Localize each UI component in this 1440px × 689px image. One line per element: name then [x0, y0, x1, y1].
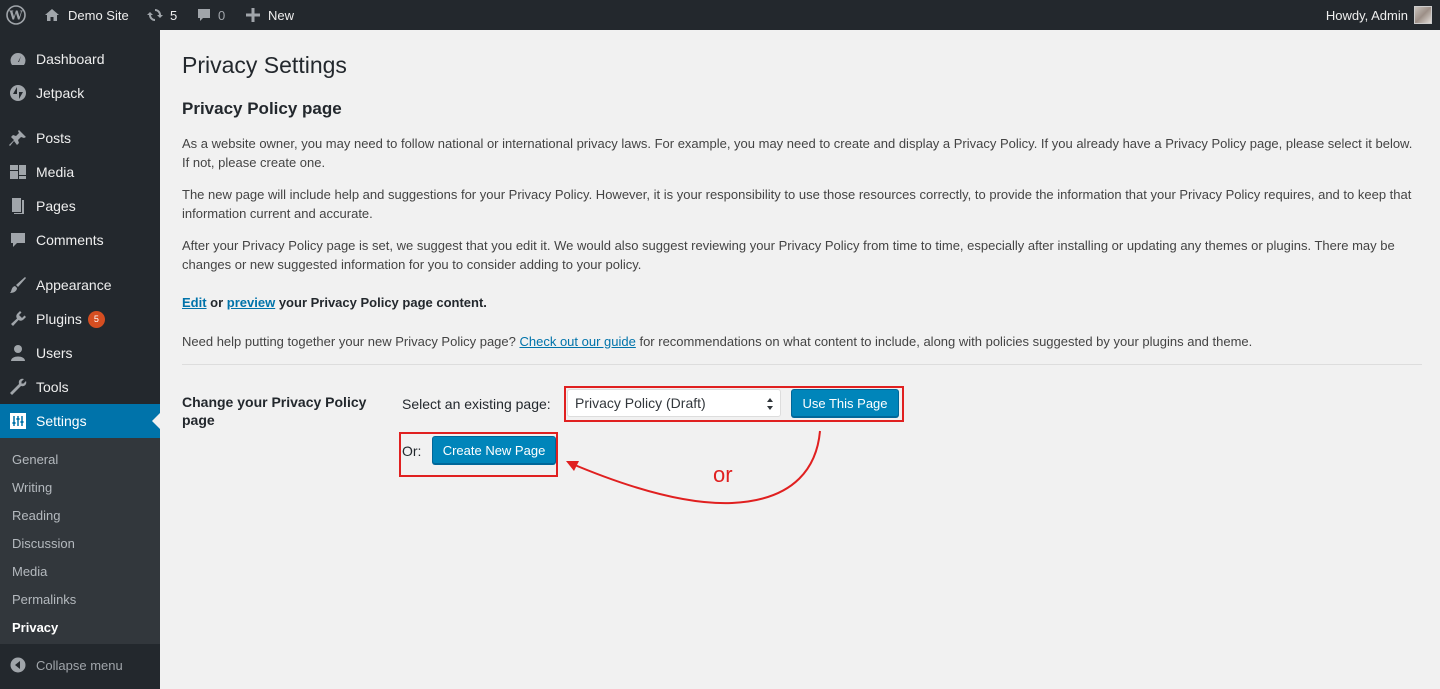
sidebar-item-jetpack[interactable]: Jetpack: [0, 76, 160, 110]
admin-bar: W Demo Site 5 0 New Howdy, Admin: [0, 0, 1440, 30]
dashboard-icon: [0, 50, 36, 68]
new-label: New: [268, 7, 295, 23]
updates-icon: [147, 9, 163, 21]
preview-link[interactable]: preview: [227, 295, 275, 310]
submenu-privacy[interactable]: Privacy: [12, 620, 58, 635]
plus-icon: [246, 8, 260, 22]
media-icon: [0, 163, 36, 181]
sidebar-item-label: Tools: [36, 379, 69, 395]
sidebar-item-plugins[interactable]: Plugins 5: [0, 302, 160, 336]
submenu-reading[interactable]: Reading: [12, 508, 60, 523]
annotation-arrow: [566, 430, 821, 505]
sidebar-item-label: Plugins: [36, 311, 82, 327]
sidebar-item-pages[interactable]: Pages: [0, 189, 160, 223]
settings-icon: [0, 412, 36, 430]
site-name-link[interactable]: Demo Site: [68, 0, 129, 30]
pages-icon: [0, 197, 36, 215]
collapse-label: Collapse menu: [36, 657, 123, 673]
avatar: [1414, 6, 1432, 24]
submenu-general[interactable]: General: [12, 452, 58, 467]
sidebar-item-users[interactable]: Users: [0, 336, 160, 370]
sidebar-item-label: Posts: [36, 130, 72, 146]
plugin-icon: [0, 310, 36, 328]
comments-link[interactable]: 0: [196, 0, 225, 30]
users-icon: [0, 344, 36, 362]
sidebar-item-posts[interactable]: Posts: [0, 121, 160, 155]
sidebar-item-label: Settings: [36, 413, 87, 429]
guide-link[interactable]: Check out our guide: [519, 334, 635, 349]
admin-sidebar: Dashboard Jetpack Posts Media Pages Comm…: [0, 30, 160, 689]
settings-submenu: General Writing Reading Discussion Media…: [0, 438, 160, 644]
submenu-writing[interactable]: Writing: [12, 480, 52, 495]
sidebar-item-label: Appearance: [36, 277, 112, 293]
collapse-arrow-icon: [0, 657, 36, 673]
sidebar-item-label: Media: [36, 164, 75, 180]
sidebar-item-comments[interactable]: Comments: [0, 223, 160, 257]
comments-count: 0: [218, 7, 226, 23]
sidebar-item-tools[interactable]: Tools: [0, 370, 160, 404]
paintbrush-icon: [0, 276, 36, 294]
or-text: or: [206, 295, 227, 310]
sidebar-item-settings[interactable]: Settings: [0, 404, 160, 438]
sidebar-item-label: Comments: [36, 232, 104, 248]
sidebar-item-media[interactable]: Media: [0, 155, 160, 189]
help-prefix: Need help putting together your new Priv…: [182, 334, 520, 349]
wordpress-logo-icon[interactable]: W: [6, 0, 28, 30]
new-content-link[interactable]: New: [246, 0, 294, 30]
suggestion-paragraph: After your Privacy Policy page is set, w…: [182, 238, 1395, 272]
submenu-discussion[interactable]: Discussion: [12, 536, 75, 551]
account-menu[interactable]: Howdy, Admin: [1326, 0, 1432, 30]
highlight-box-select: [564, 386, 904, 422]
updates-link[interactable]: 5: [146, 0, 177, 30]
intro-paragraph: As a website owner, you may need to foll…: [182, 136, 1413, 170]
highlight-box-create: [399, 432, 558, 477]
plugin-update-badge: 5: [87, 310, 105, 328]
comment-bubble-icon: [198, 9, 210, 21]
collapse-menu-button[interactable]: Collapse menu: [0, 650, 160, 680]
submenu-media[interactable]: Media: [12, 564, 47, 579]
pushpin-icon: [0, 129, 36, 147]
sidebar-item-label: Pages: [36, 198, 76, 214]
wrench-icon: [0, 378, 36, 396]
divider: [182, 364, 1422, 365]
sidebar-item-dashboard[interactable]: Dashboard: [0, 42, 160, 76]
sidebar-item-label: Users: [36, 345, 73, 361]
updates-count: 5: [170, 7, 178, 23]
svg-text:W: W: [8, 9, 23, 23]
submenu-permalinks[interactable]: Permalinks: [12, 592, 76, 607]
help-suffix: for recommendations on what content to i…: [635, 334, 1253, 349]
change-page-label: Change your Privacy Policy page: [182, 394, 367, 428]
edit-preview-suffix: your Privacy Policy page content.: [275, 295, 487, 310]
sidebar-item-label: Dashboard: [36, 51, 105, 67]
sidebar-item-label: Jetpack: [36, 85, 85, 101]
howdy-text: Howdy, Admin: [1325, 7, 1408, 23]
edit-preview-line: Edit or preview your Privacy Policy page…: [182, 293, 1422, 312]
responsibility-paragraph: The new page will include help and sugge…: [182, 187, 1412, 221]
page-title: Privacy Settings: [182, 52, 347, 78]
help-paragraph: Need help putting together your new Priv…: [182, 332, 1422, 351]
section-title: Privacy Policy page: [182, 99, 342, 118]
comment-icon: [0, 231, 36, 249]
edit-link[interactable]: Edit: [182, 295, 207, 310]
select-existing-label: Select an existing page:: [402, 396, 551, 412]
home-icon[interactable]: [44, 0, 60, 30]
jetpack-icon: [0, 84, 36, 102]
sidebar-item-appearance[interactable]: Appearance: [0, 268, 160, 302]
annotation-or-text: or: [713, 462, 733, 487]
